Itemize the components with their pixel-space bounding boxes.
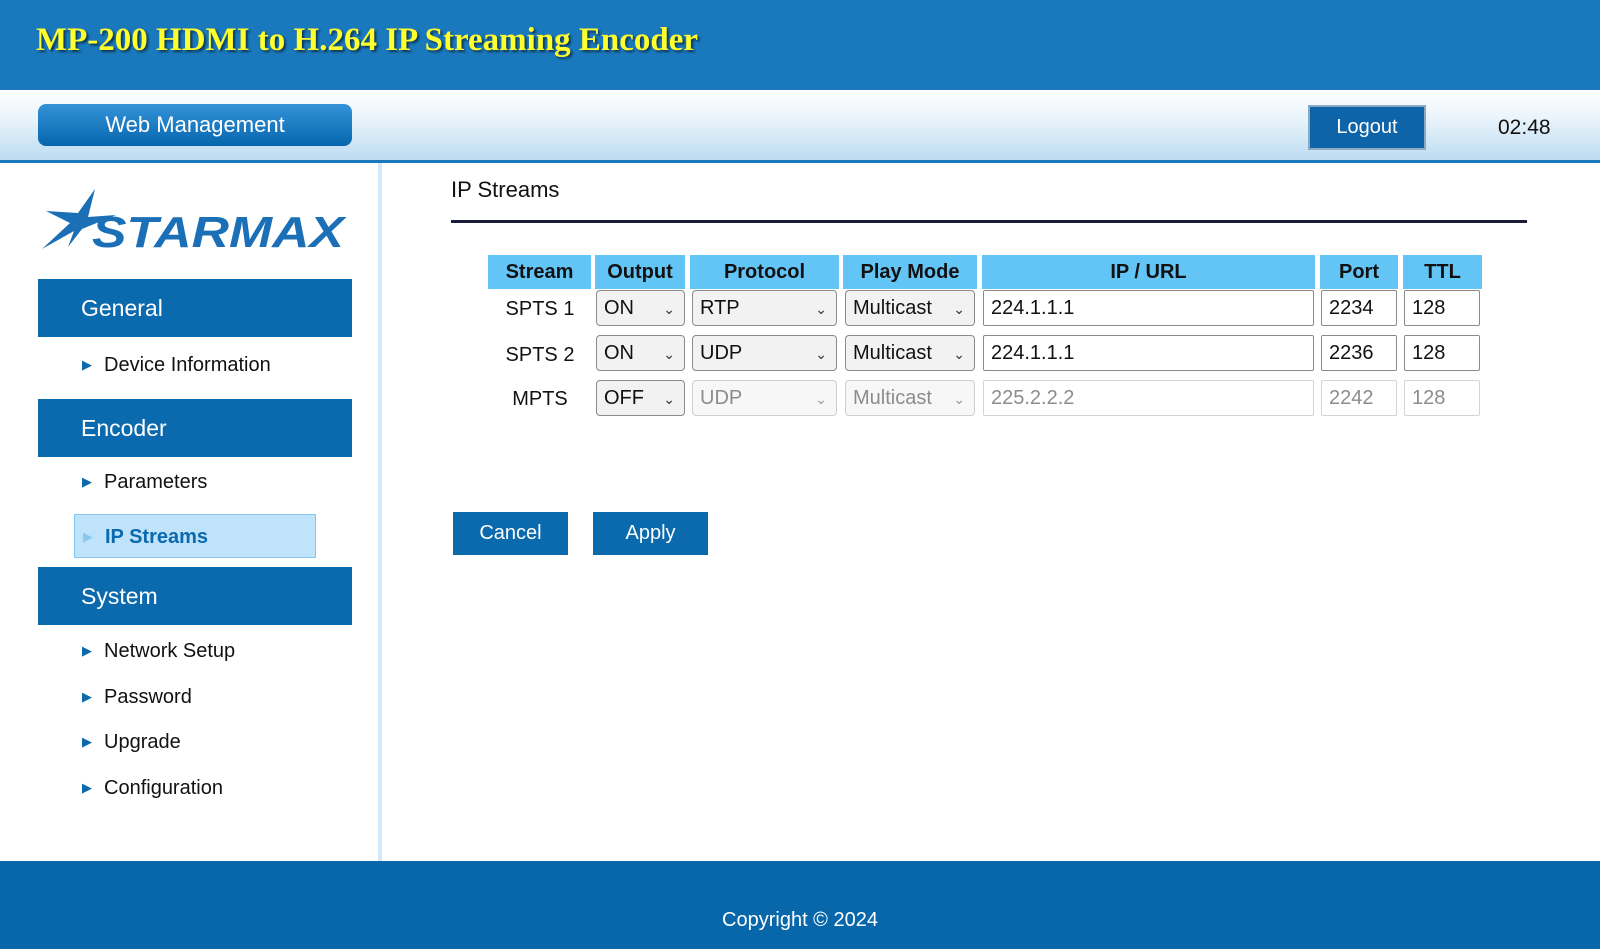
sidebar-item-device-information[interactable]: ▶ Device Information bbox=[74, 343, 316, 387]
page-title: IP Streams bbox=[451, 177, 560, 202]
web-management-tab[interactable]: Web Management bbox=[38, 104, 352, 146]
triangle-right-icon: ▶ bbox=[82, 689, 92, 704]
sidebar-item-label: Device Information bbox=[104, 354, 271, 376]
select-value: UDP bbox=[700, 387, 743, 409]
sidebar-item-label: IP Streams bbox=[105, 526, 209, 548]
ttl-input-mpts: 128 bbox=[1404, 380, 1480, 416]
select-value: Multicast bbox=[853, 387, 932, 409]
sidebar: STARMAX General ▶ Device Information Enc… bbox=[0, 163, 382, 861]
sidebar-item-password[interactable]: ▶ Password bbox=[74, 675, 316, 719]
triangle-right-icon: ▶ bbox=[83, 529, 93, 544]
col-header-stream: Stream bbox=[488, 255, 591, 289]
sub-header: Web Management Logout 02:48 bbox=[0, 90, 1600, 163]
triangle-right-icon: ▶ bbox=[82, 780, 92, 795]
ip-url-input-spts1[interactable]: 224.1.1.1 bbox=[983, 290, 1314, 326]
starmax-logo: STARMAX bbox=[42, 189, 347, 257]
select-value: Multicast bbox=[853, 297, 932, 319]
chevron-down-icon: ⌄ bbox=[815, 391, 827, 407]
play-mode-select-mpts: Multicast ⌄ bbox=[845, 380, 975, 416]
select-value: Multicast bbox=[853, 342, 932, 364]
output-select-spts1[interactable]: ON ⌄ bbox=[596, 290, 685, 326]
sidebar-item-upgrade[interactable]: ▶ Upgrade bbox=[74, 720, 316, 764]
ttl-input-spts1[interactable]: 128 bbox=[1404, 290, 1480, 326]
select-value: OFF bbox=[604, 387, 644, 409]
top-header: MP-200 HDMI to H.264 IP Streaming Encode… bbox=[0, 0, 1600, 90]
chevron-down-icon: ⌄ bbox=[953, 346, 965, 362]
sidebar-item-ip-streams[interactable]: ▶ IP Streams bbox=[74, 514, 316, 558]
protocol-select-mpts: UDP ⌄ bbox=[692, 380, 837, 416]
stream-name-spts1: SPTS 1 bbox=[505, 298, 575, 320]
select-value: ON bbox=[604, 297, 634, 319]
triangle-right-icon: ▶ bbox=[82, 474, 92, 489]
footer: Copyright © 2024 bbox=[0, 861, 1600, 949]
output-select-spts2[interactable]: ON ⌄ bbox=[596, 335, 685, 371]
copyright-text: Copyright © 2024 bbox=[722, 909, 878, 931]
stream-name-mpts: MPTS bbox=[512, 388, 568, 410]
title-divider bbox=[451, 220, 1527, 223]
chevron-down-icon: ⌄ bbox=[663, 301, 675, 317]
col-header-protocol: Protocol bbox=[690, 255, 839, 289]
col-header-port: Port bbox=[1320, 255, 1398, 289]
chevron-down-icon: ⌄ bbox=[663, 346, 675, 362]
sidebar-item-configuration[interactable]: ▶ Configuration bbox=[74, 766, 316, 810]
select-value: ON bbox=[604, 342, 634, 364]
clock: 02:48 bbox=[1498, 116, 1551, 139]
col-header-ip-url: IP / URL bbox=[982, 255, 1315, 289]
chevron-down-icon: ⌄ bbox=[953, 391, 965, 407]
play-mode-select-spts2[interactable]: Multicast ⌄ bbox=[845, 335, 975, 371]
protocol-select-spts2[interactable]: UDP ⌄ bbox=[692, 335, 837, 371]
sidebar-item-parameters[interactable]: ▶ Parameters bbox=[74, 460, 316, 504]
col-header-play-mode: Play Mode bbox=[843, 255, 977, 289]
triangle-right-icon: ▶ bbox=[82, 357, 92, 372]
apply-button[interactable]: Apply bbox=[593, 512, 708, 555]
triangle-right-icon: ▶ bbox=[82, 734, 92, 749]
main-panel: STARMAX General ▶ Device Information Enc… bbox=[0, 163, 1600, 861]
logout-button[interactable]: Logout bbox=[1310, 107, 1424, 148]
select-value: RTP bbox=[700, 297, 740, 319]
ttl-input-spts2[interactable]: 128 bbox=[1404, 335, 1480, 371]
ip-url-input-spts2[interactable]: 224.1.1.1 bbox=[983, 335, 1314, 371]
port-input-mpts: 2242 bbox=[1321, 380, 1397, 416]
sidebar-section-general[interactable]: General bbox=[38, 279, 352, 337]
ip-url-input-mpts: 225.2.2.2 bbox=[983, 380, 1314, 416]
sidebar-item-label: Password bbox=[104, 686, 192, 708]
sidebar-section-encoder[interactable]: Encoder bbox=[38, 399, 352, 457]
sidebar-item-label: Network Setup bbox=[104, 640, 236, 662]
sidebar-item-label: Upgrade bbox=[104, 731, 181, 753]
chevron-down-icon: ⌄ bbox=[663, 391, 675, 407]
sidebar-item-label: Parameters bbox=[104, 471, 208, 493]
select-value: UDP bbox=[700, 342, 743, 364]
sidebar-item-label: Configuration bbox=[104, 777, 223, 799]
stream-name-spts2: SPTS 2 bbox=[505, 344, 575, 366]
output-select-mpts[interactable]: OFF ⌄ bbox=[596, 380, 685, 416]
col-header-ttl: TTL bbox=[1403, 255, 1482, 289]
port-input-spts2[interactable]: 2236 bbox=[1321, 335, 1397, 371]
logo-text: STARMAX bbox=[92, 208, 347, 257]
triangle-right-icon: ▶ bbox=[82, 643, 92, 658]
play-mode-select-spts1[interactable]: Multicast ⌄ bbox=[845, 290, 975, 326]
sidebar-section-system[interactable]: System bbox=[38, 567, 352, 625]
port-input-spts1[interactable]: 2234 bbox=[1321, 290, 1397, 326]
protocol-select-spts1[interactable]: RTP ⌄ bbox=[692, 290, 837, 326]
chevron-down-icon: ⌄ bbox=[815, 346, 827, 362]
page-header-title: MP-200 HDMI to H.264 IP Streaming Encode… bbox=[36, 22, 699, 58]
cancel-button[interactable]: Cancel bbox=[453, 512, 568, 555]
chevron-down-icon: ⌄ bbox=[815, 301, 827, 317]
chevron-down-icon: ⌄ bbox=[953, 301, 965, 317]
col-header-output: Output bbox=[595, 255, 685, 289]
sidebar-item-network-setup[interactable]: ▶ Network Setup bbox=[74, 629, 316, 673]
